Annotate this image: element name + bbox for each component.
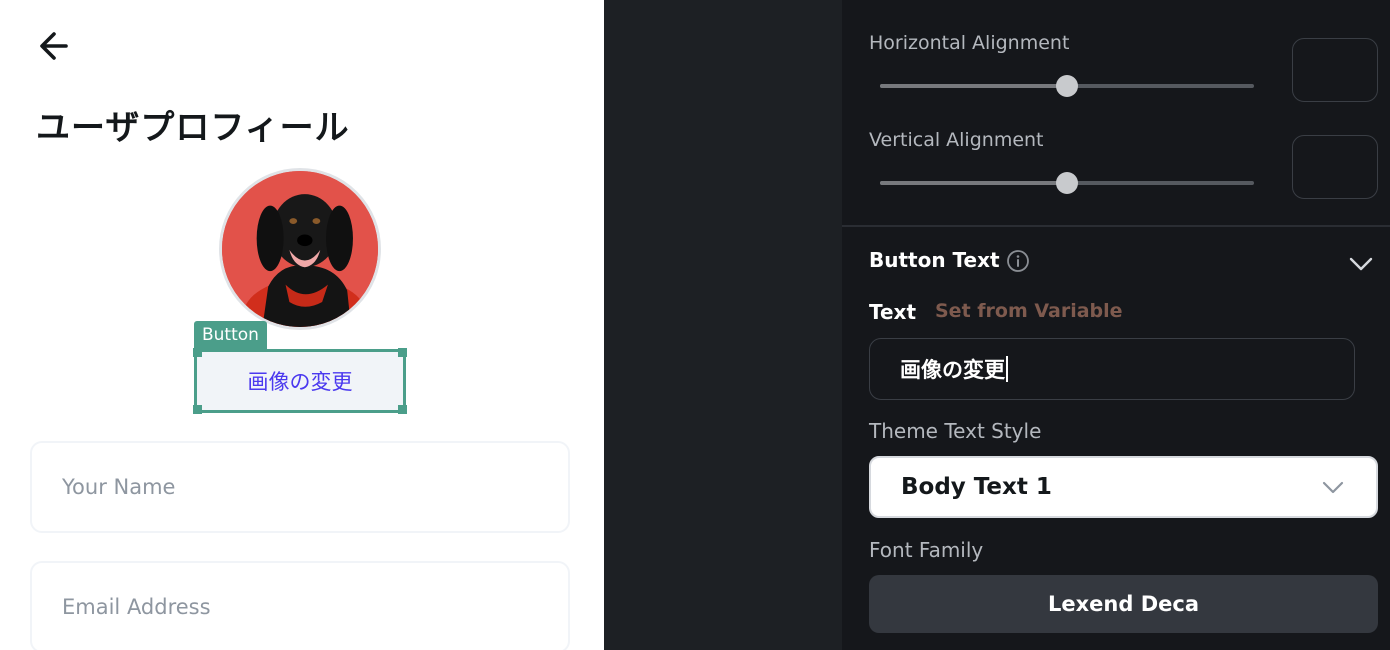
button-text-value: 画像の変更 — [900, 358, 1005, 382]
button-text-input[interactable]: 画像の変更 — [869, 338, 1355, 400]
font-family-selector[interactable]: Lexend Deca — [869, 575, 1378, 633]
theme-text-style-value: Body Text 1 — [901, 474, 1052, 500]
font-family-label: Font Family — [869, 538, 984, 562]
name-field[interactable] — [30, 441, 570, 533]
chevron-down-icon[interactable] — [1347, 250, 1375, 278]
set-from-variable-link[interactable]: Set from Variable — [935, 300, 1123, 322]
back-button[interactable] — [36, 28, 76, 64]
text-caret — [1006, 356, 1008, 382]
dog-photo — [222, 171, 378, 327]
theme-text-style-dropdown[interactable]: Body Text 1 — [869, 456, 1378, 518]
theme-text-style-label: Theme Text Style — [869, 419, 1042, 443]
resize-handle[interactable] — [193, 405, 202, 414]
slider-thumb[interactable] — [1056, 75, 1078, 97]
email-input[interactable] — [32, 563, 568, 650]
resize-handle[interactable] — [398, 348, 407, 357]
preview-canvas: ユーザプロフィール Button 画像の変更 — [0, 0, 604, 650]
avatar[interactable] — [219, 168, 381, 330]
change-image-button[interactable]: 画像の変更 — [193, 348, 407, 414]
slider-fill — [880, 181, 1067, 185]
font-family-value: Lexend Deca — [1048, 592, 1199, 616]
resize-handle[interactable] — [398, 405, 407, 414]
vertical-alignment-slider[interactable] — [880, 171, 1254, 195]
vertical-alignment-label: Vertical Alignment — [869, 129, 1044, 151]
change-image-label: 画像の変更 — [247, 370, 353, 394]
properties-panel: Horizontal Alignment Vertical Alignment … — [842, 0, 1390, 650]
button-text-section-title: Button Text — [869, 248, 1000, 272]
horizontal-alignment-value[interactable] — [1292, 38, 1378, 102]
section-divider — [842, 225, 1390, 227]
info-icon[interactable] — [1006, 249, 1030, 273]
name-input[interactable] — [32, 443, 568, 531]
horizontal-alignment-label: Horizontal Alignment — [869, 32, 1070, 54]
slider-thumb[interactable] — [1056, 172, 1078, 194]
horizontal-alignment-slider[interactable] — [880, 74, 1254, 98]
vertical-alignment-value[interactable] — [1292, 135, 1378, 199]
selection-tag: Button — [194, 321, 267, 349]
resize-handle[interactable] — [193, 348, 202, 357]
text-label: Text — [869, 300, 917, 324]
chevron-down-icon — [1322, 481, 1344, 494]
canvas-gutter — [604, 0, 842, 650]
slider-fill — [880, 84, 1067, 88]
email-field[interactable] — [30, 561, 570, 650]
arrow-left-icon — [40, 32, 68, 60]
page-title: ユーザプロフィール — [36, 108, 350, 148]
cut-off-label — [869, 0, 929, 4]
